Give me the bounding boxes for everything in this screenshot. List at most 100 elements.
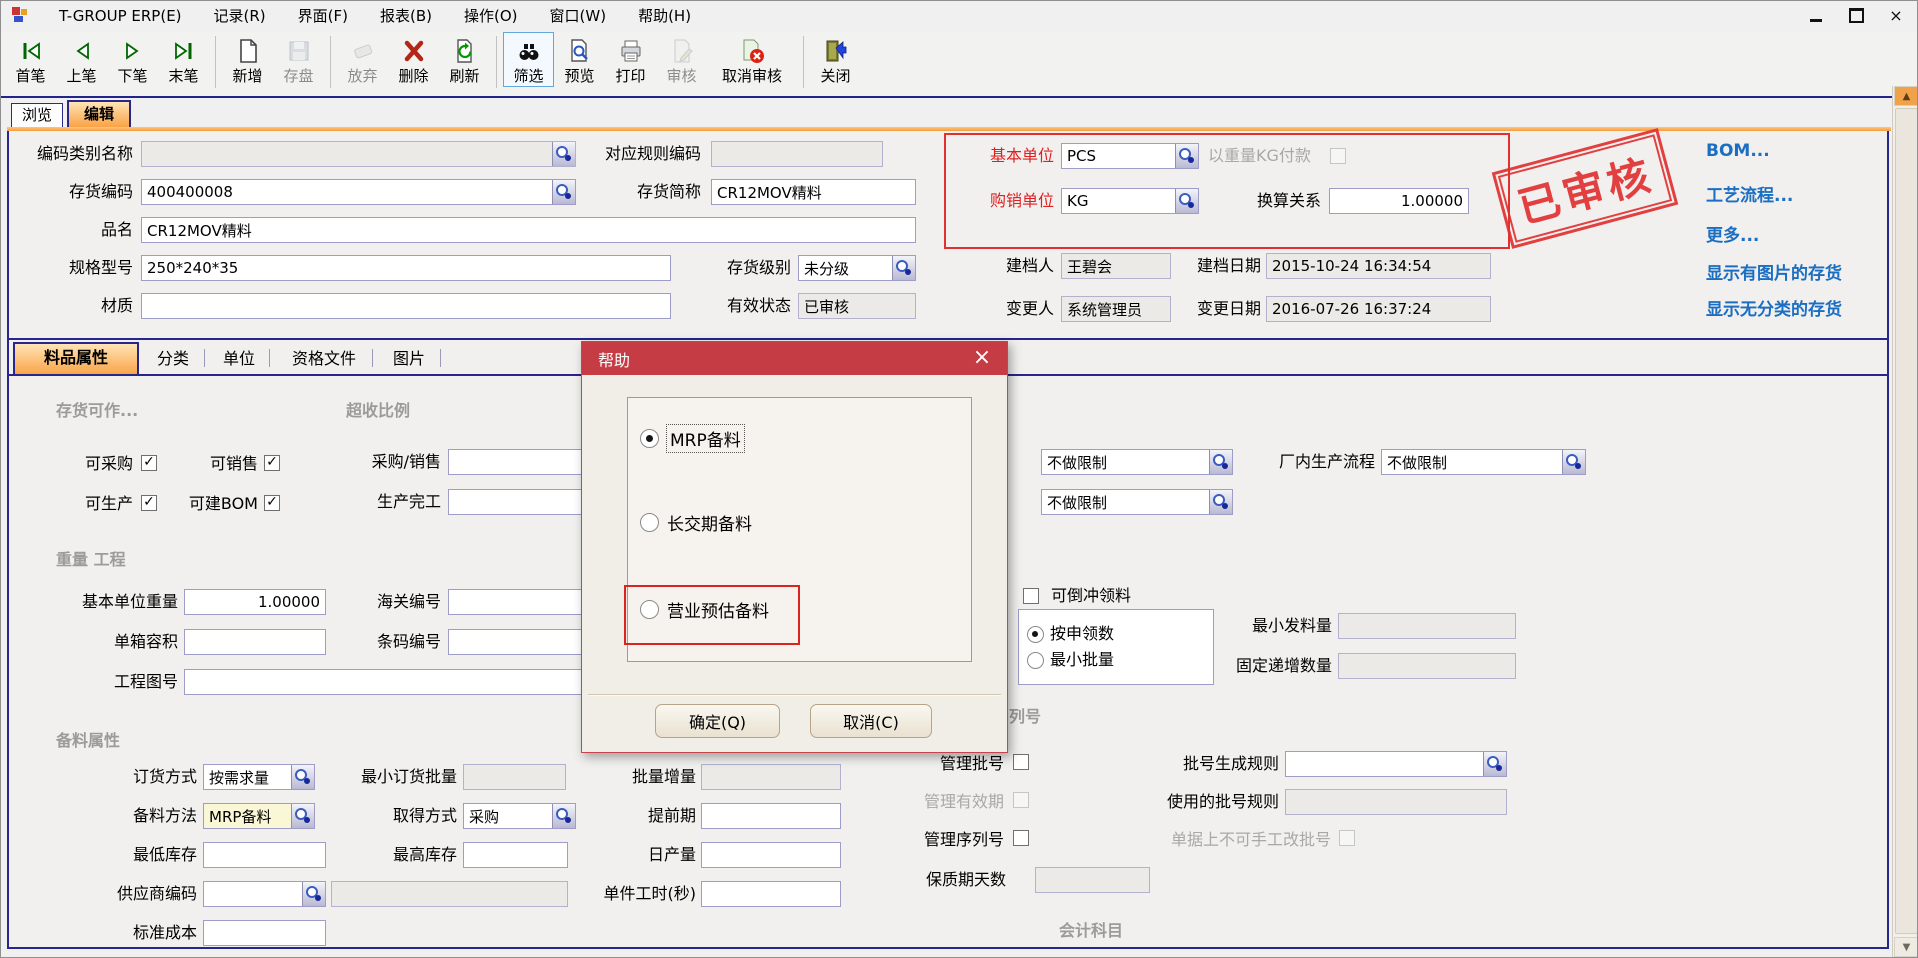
backflush-checkbox[interactable] <box>1023 588 1039 604</box>
material-field[interactable] <box>141 293 671 319</box>
dialog-close-icon[interactable]: × <box>969 345 995 371</box>
dialog-cancel-button[interactable]: 取消(C) <box>810 704 932 738</box>
bom-allowed-checkbox[interactable] <box>264 495 280 511</box>
subtab-image[interactable]: 图片 <box>385 347 433 371</box>
manage-batch-checkbox[interactable] <box>1013 754 1029 770</box>
subtab-unit[interactable]: 单位 <box>215 347 263 371</box>
prep-method-field[interactable]: MRP备料 <box>203 803 315 829</box>
limit-field-2[interactable]: 不做限制 <box>1041 489 1233 515</box>
unit-hours-field[interactable] <box>701 881 841 907</box>
manage-serial-label: 管理序列号 <box>911 827 1004 853</box>
menu-item-window[interactable]: 窗口(W) <box>534 1 623 32</box>
lookup-icon[interactable] <box>1483 752 1506 776</box>
issue-by-request-option[interactable]: 按申领数 <box>1027 624 1213 644</box>
factory-flow-field[interactable]: 不做限制 <box>1381 449 1586 475</box>
toolbar-refresh-button[interactable]: 刷新 <box>439 32 490 87</box>
menu-item-operation[interactable]: 操作(O) <box>448 1 534 32</box>
item-name-field[interactable]: CR12MOV精料 <box>141 217 916 243</box>
supplier-code-field[interactable] <box>203 881 326 907</box>
toolbar-filter-button[interactable]: 筛选 <box>503 32 554 87</box>
toolbar-print-button[interactable]: 打印 <box>605 32 656 87</box>
lookup-icon[interactable] <box>1175 144 1198 168</box>
batch-rule-field[interactable] <box>1285 751 1507 777</box>
toolbar-next-button[interactable]: 下笔 <box>107 32 158 87</box>
menu-item-help[interactable]: 帮助(H) <box>622 1 707 32</box>
dialog-ok-button[interactable]: 确定(Q) <box>655 704 780 738</box>
base-unit-field[interactable]: PCS <box>1061 143 1199 169</box>
trade-unit-field[interactable]: KG <box>1061 188 1199 214</box>
lookup-icon[interactable] <box>552 180 575 204</box>
link-process-flow[interactable]: 工艺流程... <box>1706 181 1793 206</box>
rule-code-label: 对应规则编码 <box>593 141 701 167</box>
purchasable-checkbox[interactable] <box>141 455 157 471</box>
code-category-field[interactable] <box>141 141 576 167</box>
lookup-icon[interactable] <box>1209 490 1232 514</box>
link-show-unclassified[interactable]: 显示无分类的存货 <box>1706 295 1842 320</box>
link-bom[interactable]: BOM... <box>1706 141 1770 161</box>
lookup-icon[interactable] <box>552 804 575 828</box>
producible-checkbox[interactable] <box>141 495 157 511</box>
box-volume-field[interactable] <box>184 629 326 655</box>
restore-button[interactable] <box>1845 5 1867 25</box>
tab-edit[interactable]: 编辑 <box>67 100 131 127</box>
option-long-lead-prep[interactable]: 长交期备料 <box>640 510 752 535</box>
used-rule-field <box>1285 789 1507 815</box>
lookup-icon[interactable] <box>1175 189 1198 213</box>
toolbar-prev-button[interactable]: 上笔 <box>56 32 107 87</box>
tab-browse[interactable]: 浏览 <box>11 103 63 127</box>
item-code-field[interactable]: 400400008 <box>141 179 576 205</box>
acquire-method-field[interactable]: 采购 <box>463 803 576 829</box>
manage-serial-checkbox[interactable] <box>1013 830 1029 846</box>
vertical-scrollbar[interactable]: ▲ ▼ <box>1892 86 1918 957</box>
toolbar-last-button[interactable]: 末笔 <box>158 32 209 87</box>
manage-validity-checkbox <box>1013 792 1029 808</box>
scroll-up-icon[interactable]: ▲ <box>1894 86 1918 106</box>
lookup-icon[interactable] <box>302 882 325 906</box>
menu-item-interface[interactable]: 界面(F) <box>282 1 364 32</box>
link-show-with-image[interactable]: 显示有图片的存货 <box>1706 259 1842 284</box>
lookup-icon[interactable] <box>1562 450 1585 474</box>
batch-rule-label: 批号生成规则 <box>1167 751 1279 777</box>
toolbar-first-button[interactable]: 首笔 <box>5 32 56 87</box>
unit-weight-field[interactable]: 1.00000 <box>184 589 326 615</box>
lookup-icon[interactable] <box>291 765 314 789</box>
lookup-icon[interactable] <box>291 804 314 828</box>
order-method-field[interactable]: 按需求量 <box>203 764 315 790</box>
scroll-down-icon[interactable]: ▼ <box>1894 937 1918 957</box>
min-stock-field[interactable] <box>203 842 326 868</box>
spec-field[interactable]: 250*240*35 <box>141 255 671 281</box>
toolbar-new-button[interactable]: 新增 <box>222 32 273 87</box>
max-stock-field[interactable] <box>463 842 568 868</box>
scrollbar-thumb[interactable] <box>1895 108 1918 934</box>
no-manual-batch-label: 单据上不可手工改批号 <box>1151 827 1331 853</box>
limit-field-1[interactable]: 不做限制 <box>1041 449 1233 475</box>
option-mrp-prep[interactable]: MRP备料 <box>640 425 744 452</box>
toolbar-close-button[interactable]: 关闭 <box>810 32 861 87</box>
sellable-checkbox[interactable] <box>264 455 280 471</box>
over-ratio-section-header: 超收比例 <box>346 397 410 421</box>
conversion-field[interactable]: 1.00000 <box>1329 188 1469 214</box>
menu-item-report[interactable]: 报表(B) <box>364 1 448 32</box>
lookup-icon[interactable] <box>892 256 915 280</box>
toolbar-preview-button[interactable]: 预览 <box>554 32 605 87</box>
lookup-icon[interactable] <box>1209 450 1232 474</box>
issue-min-batch-option[interactable]: 最小批量 <box>1027 650 1213 670</box>
daily-output-field[interactable] <box>701 842 841 868</box>
subtab-category[interactable]: 分类 <box>149 347 197 371</box>
std-cost-field[interactable] <box>203 920 326 946</box>
toolbar-cancel-audit-button[interactable]: 取消审核 <box>707 32 797 87</box>
help-dialog-titlebar[interactable]: 帮助 × <box>582 342 1007 375</box>
toolbar-delete-button[interactable]: 删除 <box>388 32 439 87</box>
subtab-item-properties[interactable]: 料品属性 <box>13 342 139 375</box>
menu-item-record[interactable]: 记录(R) <box>198 1 282 32</box>
close-button[interactable]: × <box>1885 5 1907 25</box>
lead-time-field[interactable] <box>701 803 841 829</box>
link-more[interactable]: 更多... <box>1706 221 1759 246</box>
lookup-icon[interactable] <box>552 142 575 166</box>
min-order-label: 最小订货批量 <box>343 764 457 790</box>
menu-item-file[interactable]: T-GROUP ERP(E) <box>43 1 198 32</box>
subtab-qualification[interactable]: 资格文件 <box>283 347 365 371</box>
level-field[interactable]: 未分级 <box>798 255 916 281</box>
item-abbr-field[interactable]: CR12MOV精料 <box>711 179 916 205</box>
minimize-button[interactable] <box>1805 5 1827 25</box>
